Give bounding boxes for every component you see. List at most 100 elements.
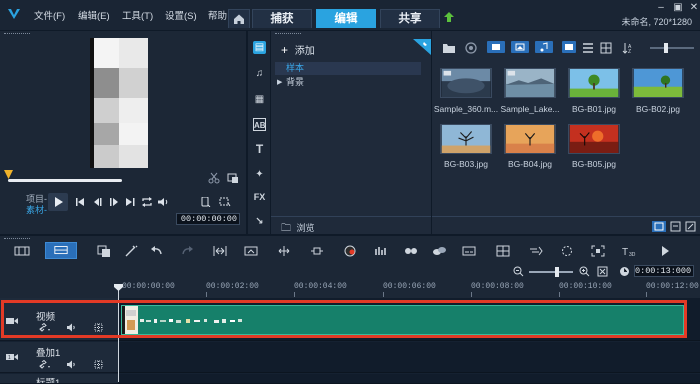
subtitle-editor-icon[interactable] xyxy=(462,245,476,257)
slider-knob[interactable] xyxy=(664,43,668,53)
overlay-track-lane[interactable] xyxy=(118,342,700,373)
next-frame-icon[interactable] xyxy=(108,197,120,207)
go-to-start-icon[interactable] xyxy=(74,197,86,207)
menu-edit[interactable]: 编辑(E) xyxy=(78,8,110,22)
repeat-icon[interactable] xyxy=(141,197,153,207)
media-icon[interactable]: ▤ xyxy=(253,41,266,54)
link-icon[interactable] xyxy=(38,360,52,369)
more-tools-icon[interactable] xyxy=(660,245,674,257)
go-to-end-icon[interactable] xyxy=(124,197,136,207)
timeline-view-button[interactable] xyxy=(45,242,77,259)
expand-arrow-icon[interactable]: ▶ xyxy=(277,76,282,89)
previous-frame-icon[interactable] xyxy=(92,197,104,207)
auto-music-icon[interactable] xyxy=(404,245,418,257)
fit-project-icon[interactable] xyxy=(213,245,227,257)
redo-icon[interactable] xyxy=(180,245,194,257)
panel-grip[interactable] xyxy=(4,238,30,240)
close-icon[interactable]: ✕ xyxy=(688,2,700,14)
thumbnail-bg-b03[interactable] xyxy=(440,124,492,154)
grid-lines-icon[interactable] xyxy=(94,360,103,369)
screen-capture-icon[interactable] xyxy=(591,245,605,257)
capture-record-icon[interactable] xyxy=(465,42,477,54)
audio-mixer-icon[interactable] xyxy=(374,245,388,257)
crop-screen-icon[interactable] xyxy=(244,245,258,257)
volume-icon[interactable] xyxy=(157,197,169,207)
menu-settings[interactable]: 设置(S) xyxy=(165,8,197,22)
filter-fx-icon[interactable]: FX xyxy=(253,191,266,204)
storyboard-view-icon[interactable] xyxy=(14,245,30,257)
zoom-in-icon[interactable] xyxy=(579,266,590,277)
import-folder-icon[interactable] xyxy=(442,42,456,54)
thumbnail-view-button[interactable] xyxy=(562,41,576,53)
thumbnail-bg-b01[interactable] xyxy=(568,68,620,98)
thumbnail-bg-b05[interactable] xyxy=(568,124,620,154)
instant-project-icon[interactable]: ▦ xyxy=(253,93,266,106)
thumbnail-size-slider[interactable] xyxy=(650,43,694,53)
graphics-icon[interactable]: ✦ xyxy=(253,168,266,181)
device-icon[interactable] xyxy=(199,197,211,207)
details-view-icon[interactable] xyxy=(600,42,612,54)
thumbnail-bg-b02[interactable] xyxy=(632,68,684,98)
mute-icon[interactable] xyxy=(66,360,76,369)
tree-item-backgrounds[interactable]: ▶ 背景 xyxy=(275,76,421,89)
home-tab[interactable] xyxy=(228,9,250,28)
title-icon[interactable]: T xyxy=(253,143,266,156)
color-grading-icon[interactable] xyxy=(343,245,357,257)
project-duration-field[interactable]: 0:00:13:000 xyxy=(634,265,694,277)
tab-edit[interactable]: 编辑 xyxy=(316,9,376,28)
menu-file[interactable]: 文件(F) xyxy=(34,8,65,22)
playhead-handle-icon[interactable] xyxy=(114,284,123,291)
motion-tracking-icon[interactable] xyxy=(310,245,324,257)
scrubber-track[interactable] xyxy=(8,179,122,182)
track-manager-icon[interactable] xyxy=(97,245,111,257)
maximize-icon[interactable]: ▣ xyxy=(672,2,684,14)
scrubber-handle-icon[interactable] xyxy=(4,170,13,179)
options-icon[interactable] xyxy=(670,221,681,232)
transition-icon[interactable]: AB xyxy=(253,118,266,131)
mask-creator-icon[interactable] xyxy=(560,245,574,257)
minimize-icon[interactable]: – xyxy=(655,2,667,14)
scissors-icon[interactable] xyxy=(208,172,220,184)
list-view-icon[interactable] xyxy=(582,42,594,54)
tree-item-samples[interactable]: 样本 xyxy=(275,62,421,75)
library-panel-toggle[interactable] xyxy=(652,221,666,232)
show-video-toggle[interactable] xyxy=(487,41,505,53)
timecode-field[interactable]: 00:00:00:00 xyxy=(176,213,240,225)
motion-path-icon[interactable] xyxy=(432,245,446,257)
play-button[interactable] xyxy=(48,193,68,211)
clip-mode-label[interactable]: 素材- xyxy=(26,203,47,216)
snapshot-icon[interactable] xyxy=(227,172,239,184)
tab-capture[interactable]: 捕获 xyxy=(252,9,312,28)
multi-camera-icon[interactable] xyxy=(496,245,510,257)
3d-title-icon[interactable]: T 3D xyxy=(622,245,638,257)
timeline-ruler[interactable]: 00:00:00:00 00:00:02:00 00:00:04:00 00:0… xyxy=(0,280,700,298)
upload-arrow-icon[interactable] xyxy=(443,11,455,23)
zoom-out-icon[interactable] xyxy=(513,266,524,277)
tab-share[interactable]: 共享 xyxy=(380,9,440,28)
thumbnail-bg-b04[interactable] xyxy=(504,124,556,154)
audio-icon[interactable]: ♫ xyxy=(253,67,266,80)
fit-to-window-icon[interactable] xyxy=(597,266,608,277)
magic-tools-icon[interactable] xyxy=(124,245,138,257)
menu-tools[interactable]: 工具(T) xyxy=(122,8,153,22)
show-photo-toggle[interactable] xyxy=(511,41,529,53)
pin-icon[interactable] xyxy=(413,39,431,55)
track-header-overlay[interactable]: 1 叠加1 xyxy=(0,342,118,373)
track-header-title[interactable]: 标题1 xyxy=(0,374,118,384)
title-track-lane[interactable] xyxy=(118,374,700,384)
menu-help[interactable]: 帮助 xyxy=(208,8,227,22)
panel-grip[interactable] xyxy=(275,33,301,35)
panel-grip[interactable] xyxy=(4,33,30,35)
speed-icon[interactable] xyxy=(529,245,543,257)
crop-icon[interactable] xyxy=(219,197,231,207)
add-folder-button[interactable]: + 添加 xyxy=(281,42,315,57)
time-remap-icon[interactable] xyxy=(277,245,291,257)
thumbnail-sample-360[interactable] xyxy=(440,68,492,98)
thumbnail-sample-lake[interactable] xyxy=(504,68,556,98)
show-audio-toggle[interactable] xyxy=(535,41,553,53)
slider-knob[interactable] xyxy=(555,267,559,277)
path-icon[interactable]: ↘ xyxy=(253,215,266,228)
edit-pencil-icon[interactable] xyxy=(685,221,696,232)
undo-icon[interactable] xyxy=(150,245,164,257)
sort-icon[interactable]: AZ xyxy=(622,42,634,54)
